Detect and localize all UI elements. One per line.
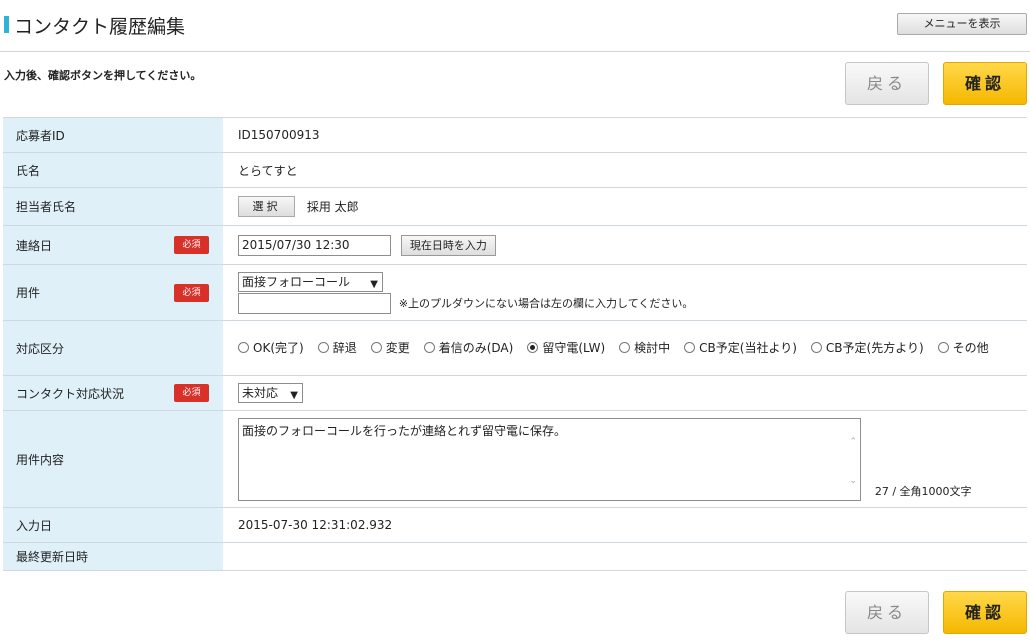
label-status-text: コンタクト対応状況	[16, 386, 125, 401]
form-row-last-updated: 最終更新日時	[3, 542, 1027, 571]
radio-voicemail[interactable]: 留守電(LW)	[527, 338, 605, 358]
content-text: 面接のフォローコールを行ったが連絡とれず留守電に保存。	[242, 423, 567, 438]
radio-label: OK(完了)	[253, 341, 304, 355]
confirm-button-bottom[interactable]: 確認	[943, 591, 1027, 634]
label-contact-date: 連絡日 必須	[3, 225, 223, 265]
subject-note: ※上のプルダウンにない場合は左の欄に入力してください。	[398, 297, 694, 310]
radio-circle-icon	[937, 342, 949, 353]
radio-label: 留守電(LW)	[542, 341, 606, 355]
subject-select-value: 面接フォローコール	[242, 274, 351, 289]
label-contact-date-text: 連絡日	[16, 238, 53, 253]
required-badge: 必須	[174, 236, 209, 254]
label-subject-text: 用件	[16, 286, 41, 300]
status-select-value: 未対応	[242, 386, 279, 400]
form-row-manager: 担当者氏名 選択 採用 太郎	[3, 187, 1027, 226]
status-select[interactable]: 未対応 ▼	[238, 383, 303, 403]
radio-label: CB予定(当社より)	[699, 341, 797, 355]
label-manager: 担当者氏名	[3, 187, 223, 226]
label-subject: 用件 必須	[3, 264, 223, 321]
label-status: コンタクト対応状況 必須	[3, 375, 223, 411]
page-header: コンタクト履歴編集 メニューを表示	[0, 0, 1030, 52]
response-type-radios: OK(完了) 辞退 変更 着信のみ(DA) 留守電(LW) 検討中 CB予定(当社より) CB…	[223, 320, 1027, 376]
select-manager-button[interactable]: 選択	[238, 196, 295, 217]
instruction-text: 入力後、確認ボタンを押してください。	[4, 69, 202, 82]
radio-circle-icon	[810, 342, 822, 353]
radio-circle-icon	[619, 342, 631, 353]
required-badge: 必須	[174, 283, 209, 302]
label-response-type: 対応区分	[3, 320, 223, 376]
label-content: 用件内容	[3, 410, 223, 508]
radio-label: 着信のみ(DA)	[438, 341, 514, 355]
form-row-content: 用件内容 面接のフォローコールを行ったが連絡とれず留守電に保存。 ⌃ ⌄ 27 …	[3, 410, 1027, 508]
show-menu-button[interactable]: メニューを表示	[897, 13, 1027, 35]
value-name: とらてすと	[223, 152, 1027, 188]
radio-checked-icon	[527, 342, 539, 353]
form-row-input-date: 入力日 2015-07-30 12:31:02.932	[3, 507, 1027, 543]
radio-label: 検討中	[634, 341, 671, 355]
radio-considering[interactable]: 検討中	[619, 338, 670, 358]
character-counter: 27 / 全角1000文字	[874, 484, 972, 498]
radio-cb-theirs[interactable]: CB予定(先方より)	[810, 338, 924, 358]
radio-decline[interactable]: 辞退	[317, 338, 357, 358]
back-button[interactable]: 戻る	[845, 62, 929, 105]
subject-other-input[interactable]	[238, 292, 391, 314]
subject-select[interactable]: 面接フォローコール ▼	[238, 271, 383, 292]
value-last-updated	[223, 542, 1027, 571]
radio-other[interactable]: その他	[937, 338, 989, 358]
radio-incoming-only[interactable]: 着信のみ(DA)	[423, 338, 514, 358]
content-textarea[interactable]: 面接のフォローコールを行ったが連絡とれず留守電に保存。 ⌃ ⌄	[238, 417, 861, 501]
form-row-applicant-id: 応募者ID ID150700913	[3, 117, 1027, 153]
title-accent-bar	[4, 16, 9, 33]
label-input-date: 入力日	[3, 507, 223, 543]
radio-label: 辞退	[332, 341, 357, 355]
form-row-subject: 用件 必須 面接フォローコール ▼ ※上のプルダウンにない場合は左の欄に入力して…	[3, 264, 1027, 321]
required-badge: 必須	[174, 384, 209, 402]
manager-name: 採用 太郎	[306, 200, 359, 214]
chevron-down-icon: ▼	[290, 390, 298, 401]
form-row-response-type: 対応区分 OK(完了) 辞退 変更 着信のみ(DA) 留守電(LW) 検討中 CB予定(当社…	[3, 320, 1027, 376]
label-last-updated: 最終更新日時	[3, 542, 223, 571]
radio-ok[interactable]: OK(完了)	[238, 338, 304, 358]
form-row-contact-date: 連絡日 必須 2015/07/30 12:30 現在日時を入力	[3, 225, 1027, 265]
radio-cb-ours[interactable]: CB予定(当社より)	[684, 338, 797, 358]
radio-label: CB予定(先方より)	[825, 341, 924, 355]
value-applicant-id: ID150700913	[223, 117, 1027, 153]
value-input-date: 2015-07-30 12:31:02.932	[223, 507, 1027, 543]
scroll-up-icon[interactable]: ⌃	[849, 437, 857, 447]
insert-current-datetime-button[interactable]: 現在日時を入力	[400, 234, 496, 256]
scroll-down-icon[interactable]: ⌄	[849, 476, 857, 486]
radio-circle-icon	[370, 342, 382, 353]
chevron-down-icon: ▼	[370, 278, 378, 290]
radio-label: その他	[952, 341, 989, 355]
radio-circle-icon	[423, 342, 435, 353]
label-name: 氏名	[3, 152, 223, 188]
page-title: コンタクト履歴編集	[14, 16, 186, 38]
form-row-name: 氏名 とらてすと	[3, 152, 1027, 188]
back-button-bottom[interactable]: 戻る	[845, 591, 929, 634]
contact-form-table: 応募者ID ID150700913 氏名 とらてすと 担当者氏名 選択 採用 太…	[3, 117, 1027, 571]
radio-circle-icon	[317, 342, 329, 353]
radio-change[interactable]: 変更	[370, 338, 410, 358]
label-applicant-id: 応募者ID	[3, 117, 223, 153]
confirm-button[interactable]: 確認	[943, 62, 1027, 105]
radio-circle-icon	[684, 342, 696, 353]
contact-date-input[interactable]: 2015/07/30 12:30	[238, 234, 391, 256]
radio-circle-icon	[238, 342, 249, 353]
form-row-status: コンタクト対応状況 必須 未対応 ▼	[3, 375, 1027, 411]
radio-label: 変更	[385, 341, 410, 355]
